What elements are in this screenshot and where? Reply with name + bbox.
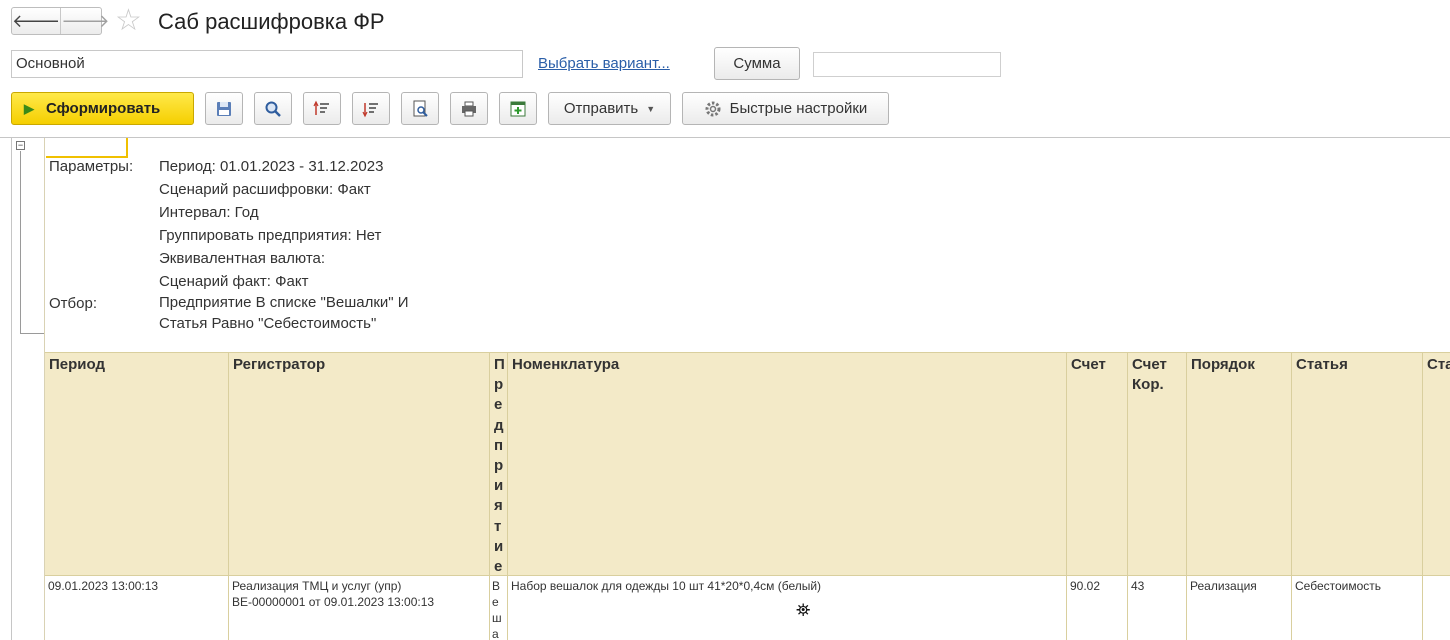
column-header-article[interactable]: Статья <box>1292 352 1423 576</box>
column-header-registrar[interactable]: Регистратор <box>229 352 490 576</box>
column-header-nomenclature[interactable]: Номенклатура <box>508 352 1067 576</box>
cell-registrar-line-2: ВЕ-00000001 от 09.01.2023 13:00:13 <box>232 595 435 609</box>
report-left-border <box>11 138 12 640</box>
param-group: Группировать предприятия: Нет <box>159 227 382 244</box>
forward-button[interactable]: 🡒 <box>60 8 110 34</box>
cell-account-corr[interactable]: 43 <box>1128 576 1187 640</box>
param-scenario: Сценарий расшифровки: Факт <box>159 181 371 198</box>
generate-button[interactable]: ▶ Сформировать <box>11 92 194 125</box>
report-variant-field[interactable]: Основной <box>11 50 523 78</box>
column-header-account-corr[interactable]: Счет Кор. <box>1128 352 1187 576</box>
new-window-button[interactable] <box>499 92 537 125</box>
generate-button-label: Сформировать <box>46 100 161 117</box>
collapse-icon[interactable]: − <box>16 141 25 150</box>
param-interval: Интервал: Год <box>159 204 259 221</box>
cell-article[interactable]: Себестоимость <box>1292 576 1423 640</box>
param-fact-scenario: Сценарий факт: Факт <box>159 273 309 290</box>
column-header-account[interactable]: Счет <box>1067 352 1128 576</box>
filter-line-2: Статья Равно "Себестоимость" <box>159 315 377 332</box>
quick-settings-label: Быстрые настройки <box>729 100 868 117</box>
sort-ascending-button[interactable] <box>303 92 341 125</box>
cell-registrar[interactable]: Реализация ТМЦ и услуг (упр) ВЕ-00000001… <box>229 576 490 640</box>
favorite-star-icon[interactable]: ☆ <box>115 4 142 38</box>
parameters-values: Период: 01.01.2023 - 31.12.2023 Сценарий… <box>159 155 383 293</box>
column-header-period[interactable]: Период <box>45 352 229 576</box>
filter-line-1: Предприятие В списке "Вешалки" И <box>159 294 409 311</box>
sort-ascending-icon <box>313 100 329 115</box>
sort-descending-button[interactable] <box>352 92 390 125</box>
column-header-next[interactable]: Ста <box>1423 352 1450 576</box>
navigation-buttons: 🡐 🡒 <box>11 7 110 35</box>
sort-descending-icon <box>362 102 378 117</box>
sum-field[interactable] <box>813 52 1001 77</box>
param-currency: Эквивалентная валюта: <box>159 250 326 267</box>
filter-values: Предприятие В списке "Вешалки" И Статья … <box>159 292 409 334</box>
save-button[interactable] <box>205 92 243 125</box>
cell-period[interactable]: 09.01.2023 13:00:13 <box>45 576 229 640</box>
page-title: Саб расшифровка ФР <box>158 9 385 34</box>
cell-enterprise[interactable]: Веша <box>490 576 508 640</box>
search-button[interactable] <box>254 92 292 125</box>
filter-label: Отбор: <box>49 295 97 312</box>
print-button[interactable] <box>450 92 488 125</box>
gear-icon <box>705 101 721 116</box>
column-header-order[interactable]: Порядок <box>1187 352 1292 576</box>
play-icon: ▶ <box>24 100 34 116</box>
cursor-icon: ⛯ <box>796 600 811 620</box>
sum-button[interactable]: Сумма <box>714 47 800 80</box>
new-window-icon <box>510 101 526 116</box>
send-dropdown[interactable]: Отправить ▼ <box>548 92 671 125</box>
cell-nomenclature[interactable]: Набор вешалок для одежды 10 шт 41*20*0,4… <box>508 576 1067 640</box>
print-preview-icon <box>413 100 428 117</box>
cell-account[interactable]: 90.02 <box>1067 576 1128 640</box>
cell-registrar-line-1: Реализация ТМЦ и услуг (упр) <box>232 579 402 593</box>
column-header-enterprise[interactable]: Предприятие <box>490 352 508 576</box>
send-label: Отправить <box>563 100 639 117</box>
group-tree-line <box>20 151 21 334</box>
arrow-left-icon: 🡐 <box>12 10 61 31</box>
report-top-border <box>0 137 1450 138</box>
print-icon <box>462 101 476 116</box>
print-preview-button[interactable] <box>401 92 439 125</box>
param-period: Период: 01.01.2023 - 31.12.2023 <box>159 158 384 175</box>
save-icon <box>217 101 231 116</box>
chevron-down-icon: ▼ <box>646 103 656 114</box>
choose-variant-link[interactable]: Выбрать вариант... <box>538 55 670 72</box>
back-button[interactable]: 🡐 <box>12 8 60 34</box>
group-tree-line-end <box>20 333 44 334</box>
search-icon <box>265 101 281 117</box>
arrow-right-icon: 🡒 <box>61 10 110 31</box>
parameters-label: Параметры: <box>49 158 134 175</box>
cell-order[interactable]: Реализация <box>1187 576 1292 640</box>
quick-settings-button[interactable]: Быстрые настройки <box>682 92 889 125</box>
